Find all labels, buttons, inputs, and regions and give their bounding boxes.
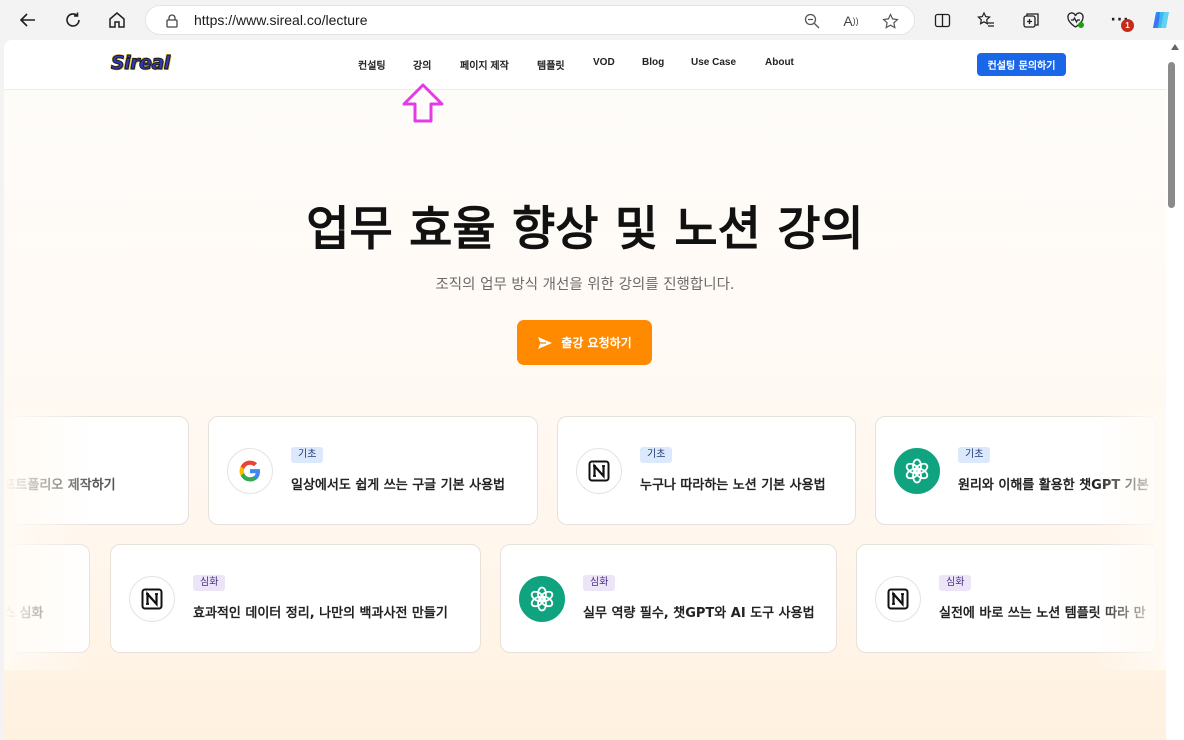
consulting-inquiry-button[interactable]: 컨설팅 문의하기: [977, 53, 1066, 76]
course-card[interactable]: 기초 일상에서도 쉽게 쓰는 구글 기본 사용법: [208, 416, 538, 525]
page-subtitle: 조직의 업무 방식 개선을 위한 강의를 진행합니다.: [435, 277, 735, 293]
highlight-arrow-icon: [400, 82, 446, 128]
nav-template[interactable]: 템플릿: [537, 57, 565, 72]
notion-icon: [875, 576, 921, 622]
favorites-icon[interactable]: [970, 4, 1002, 36]
page-viewport: Sireal 컨설팅 강의 페이지 제작 템플릿 VOD Blog Use Ca…: [4, 40, 1166, 740]
scrollbar-thumb[interactable]: [1168, 62, 1175, 208]
chatgpt-icon: [519, 576, 565, 622]
level-tag: 심화: [939, 575, 972, 591]
browser-essentials-icon[interactable]: [1059, 4, 1091, 36]
google-icon: [227, 448, 273, 494]
notion-icon: [576, 448, 622, 494]
course-card[interactable]: 심화 실무 역량 필수, 챗GPT와 AI 도구 사용법: [500, 544, 837, 653]
course-card[interactable]: 심화 효과적인 데이터 정리, 나만의 백과사전 만들기: [110, 544, 481, 653]
nav-about[interactable]: About: [765, 57, 794, 68]
level-tag: 심화: [583, 575, 616, 591]
nav-lecture[interactable]: 강의: [413, 57, 431, 72]
lecture-request-button[interactable]: 출강 요청하기: [517, 320, 652, 365]
course-title: 이스 심화: [4, 606, 44, 621]
home-icon[interactable]: [101, 4, 133, 36]
scroll-up-icon[interactable]: [1166, 44, 1184, 56]
split-screen-icon[interactable]: [926, 4, 958, 36]
lock-icon[interactable]: [166, 13, 178, 32]
address-bar[interactable]: https://www.sireal.co/lecture A)): [145, 5, 915, 35]
course-title: 원리와 이해를 활용한 챗GPT 기본: [958, 478, 1149, 493]
course-title: 효과적인 데이터 정리, 나만의 백과사전 만들기: [193, 606, 448, 621]
nav-blog[interactable]: Blog: [642, 57, 664, 68]
level-tag: 심화: [193, 575, 226, 591]
course-card[interactable]: 심화 실전에 바로 쓰는 노션 템플릿 따라 만: [856, 544, 1157, 653]
course-title: 노션 포트폴리오 제작하기: [4, 478, 116, 493]
read-aloud-icon[interactable]: A)): [840, 10, 862, 32]
nav-consulting[interactable]: 컨설팅: [358, 57, 386, 72]
nav-vod[interactable]: VOD: [593, 57, 615, 68]
course-card[interactable]: 이스 심화: [4, 544, 90, 653]
course-card[interactable]: 기초 원리와 이해를 활용한 챗GPT 기본: [875, 416, 1157, 525]
refresh-icon[interactable]: [57, 4, 89, 36]
lecture-request-label: 출강 요청하기: [561, 336, 632, 350]
course-title: 실무 역량 필수, 챗GPT와 AI 도구 사용법: [583, 606, 815, 621]
course-title: 실전에 바로 쓰는 노션 템플릿 따라 만: [939, 606, 1146, 621]
favorite-star-icon[interactable]: [879, 10, 901, 32]
site-logo[interactable]: Sireal: [111, 52, 171, 75]
send-icon: [538, 336, 553, 349]
back-icon[interactable]: [12, 4, 44, 36]
course-title: 일상에서도 쉽게 쓰는 구글 기본 사용법: [291, 478, 505, 493]
nav-use-case[interactable]: Use Case: [691, 57, 736, 68]
nav-page-production[interactable]: 페이지 제작: [460, 57, 509, 72]
collections-icon[interactable]: [1015, 4, 1047, 36]
url-text[interactable]: https://www.sireal.co/lecture: [194, 12, 368, 28]
level-tag: 기초: [640, 447, 673, 463]
notification-badge: 1: [1121, 19, 1134, 32]
level-tag: 기초: [291, 447, 324, 463]
level-tag: 기초: [958, 447, 991, 463]
chatgpt-icon: [894, 448, 940, 494]
copilot-icon[interactable]: [1145, 4, 1177, 36]
course-title: 누구나 따라하는 노션 기본 사용법: [640, 478, 826, 493]
course-card[interactable]: 노션 포트폴리오 제작하기: [4, 416, 189, 525]
browser-toolbar: https://www.sireal.co/lecture A)) ··· 1: [0, 0, 1184, 40]
site-header: Sireal 컨설팅 강의 페이지 제작 템플릿 VOD Blog Use Ca…: [4, 40, 1166, 90]
zoom-icon[interactable]: [801, 10, 823, 32]
page-title: 업무 효율 향상 및 노션 강의: [306, 202, 864, 257]
course-card[interactable]: 기초 누구나 따라하는 노션 기본 사용법: [557, 416, 856, 525]
notion-icon: [129, 576, 175, 622]
